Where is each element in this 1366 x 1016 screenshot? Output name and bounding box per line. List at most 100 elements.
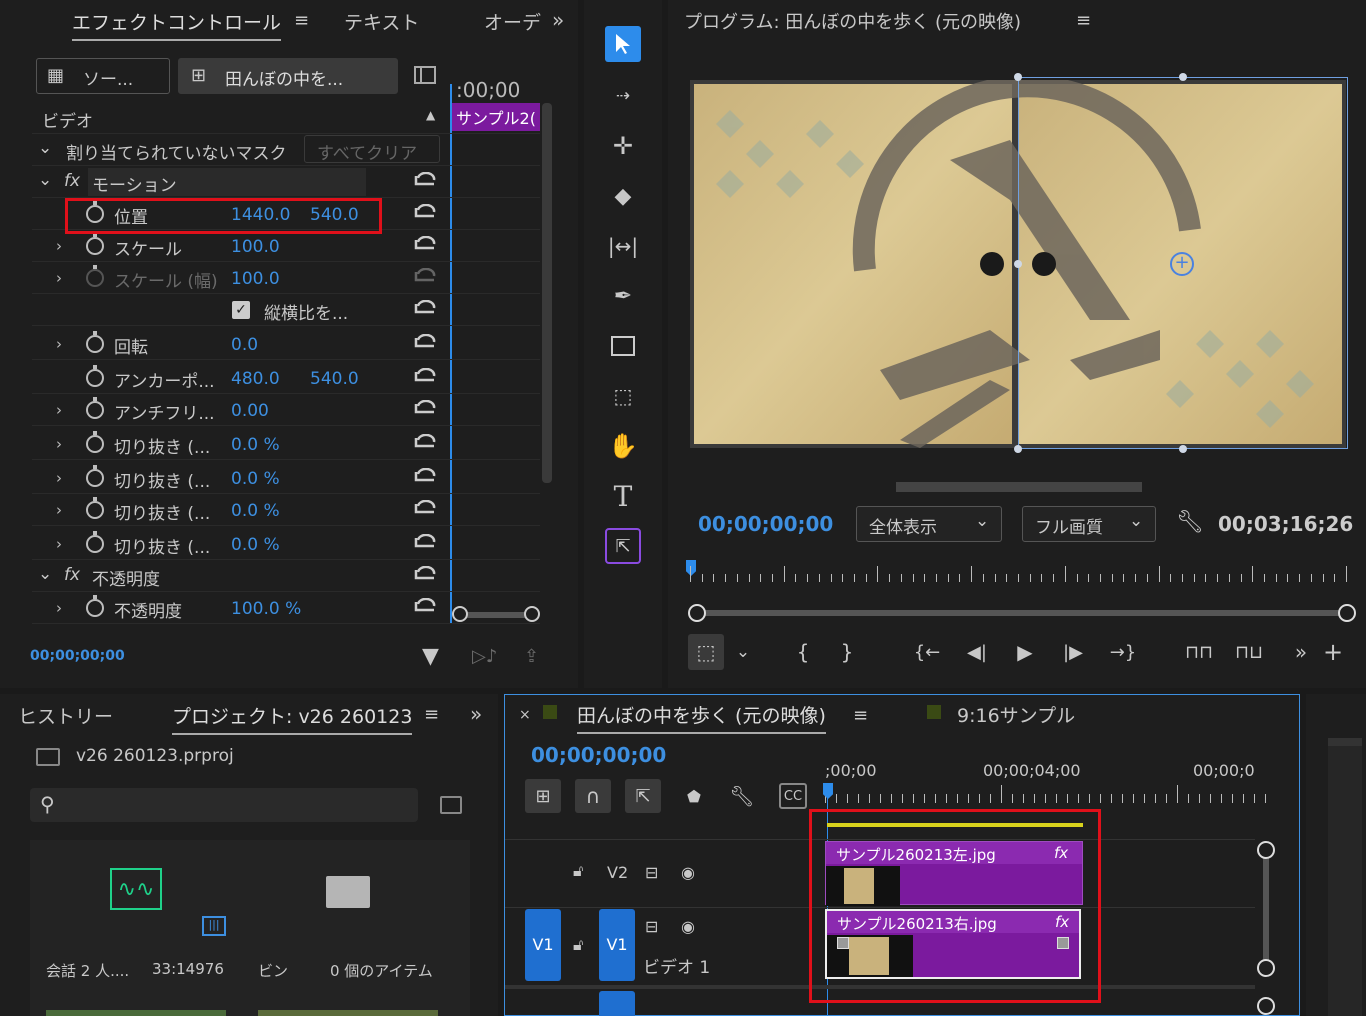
eye-icon[interactable]: ◉ <box>681 917 695 936</box>
reset-icon[interactable] <box>412 333 438 354</box>
transform-handle[interactable] <box>1179 73 1187 81</box>
program-playhead-icon[interactable] <box>686 560 696 576</box>
bin-folder-icon[interactable] <box>326 876 370 908</box>
tab-history[interactable]: ヒストリー <box>18 702 113 729</box>
tab-effect-controls[interactable]: エフェクトコントロール <box>72 8 282 41</box>
lock-icon[interactable]: 🔓︎ <box>573 935 583 955</box>
toggle-timeline-icon[interactable] <box>414 66 436 84</box>
stopwatch-icon[interactable] <box>86 331 104 353</box>
marker-icon[interactable]: ⬟ <box>681 783 707 809</box>
antiflicker-value[interactable]: 0.00 <box>231 401 269 421</box>
overflow-icon[interactable]: » <box>470 702 482 726</box>
generative-extend-tool-icon[interactable]: ⇱ <box>605 528 641 564</box>
panel-menu-icon[interactable]: ≡ <box>294 10 309 31</box>
stopwatch-icon[interactable] <box>86 233 104 255</box>
overflow-icon[interactable]: » <box>1288 638 1314 666</box>
crop-top-value[interactable]: 0.0 % <box>231 469 280 489</box>
chevron-down-icon[interactable]: ⌄ <box>38 138 52 158</box>
crop-left-value[interactable]: 0.0 % <box>231 435 280 455</box>
program-zoom-bar[interactable] <box>688 602 1356 624</box>
timeline-timecode[interactable]: 00;00;00;00 <box>531 743 666 767</box>
rectangle-tool-icon[interactable] <box>605 328 641 364</box>
reset-icon[interactable] <box>412 299 438 320</box>
filter-icon[interactable]: ▼ <box>422 644 439 669</box>
ripple-edit-tool-icon[interactable]: ✛ <box>605 128 641 164</box>
chevron-right-icon[interactable]: › <box>56 535 62 553</box>
clip-select-button[interactable]: ⊞ 田んぼの中を... <box>178 58 398 94</box>
safe-margins-icon[interactable]: ⬚ <box>688 634 724 670</box>
reset-icon[interactable] <box>412 597 438 618</box>
crop-top-row[interactable]: › 切り抜き (... 0.0 % <box>32 462 540 494</box>
linked-selection-icon[interactable]: ⇱ <box>625 779 661 813</box>
ec-scrollbar[interactable] <box>542 103 552 483</box>
chevron-down-icon[interactable]: ⌄ <box>730 638 756 666</box>
chevron-down-icon[interactable]: ⌄ <box>38 564 52 584</box>
opacity-section-row[interactable]: ⌄ fx 不透明度 <box>32 560 540 592</box>
chevron-down-icon[interactable]: ⌄ <box>38 170 52 190</box>
opacity-row[interactable]: › 不透明度 100.0 % <box>32 592 540 624</box>
chevron-right-icon[interactable]: › <box>56 269 62 287</box>
rotation-value[interactable]: 0.0 <box>231 335 258 355</box>
snap-icon[interactable]: ∩ <box>575 779 611 813</box>
anchor-x-value[interactable]: 480.0 <box>231 369 280 389</box>
audio-clip-thumbnail[interactable]: ∿∿ <box>110 868 162 910</box>
hand-tool-icon[interactable]: ✋ <box>605 428 641 464</box>
pen-tool-icon[interactable]: ✒ <box>605 278 641 314</box>
tab-sequence-2[interactable]: 9:16サンプル <box>957 701 1075 728</box>
scale-row[interactable]: › スケール 100.0 <box>32 230 540 262</box>
panel-menu-icon[interactable]: ≡ <box>853 705 868 726</box>
play-audio-icon[interactable]: ▷♪ <box>472 646 497 667</box>
panel-menu-icon[interactable]: ≡ <box>424 704 439 725</box>
anchor-row[interactable]: アンカーポ... 480.0 540.0 <box>32 362 540 394</box>
slip-tool-icon[interactable]: |↔| <box>605 228 641 264</box>
reset-icon[interactable] <box>412 367 438 388</box>
step-back-icon[interactable]: ◀| <box>962 638 992 666</box>
extract-icon[interactable]: ⊓⊔ <box>1232 638 1266 666</box>
program-ruler[interactable] <box>686 560 1347 582</box>
timeline-ruler[interactable] <box>825 779 1266 803</box>
chevron-right-icon[interactable]: › <box>56 335 62 353</box>
antiflicker-row[interactable]: › アンチフリ... 0.00 <box>32 394 540 426</box>
tab-sequence[interactable]: 田んぼの中を歩く (元の映像) <box>577 701 826 734</box>
crop-bottom-row[interactable]: › 切り抜き (... 0.0 % <box>32 528 540 560</box>
crop-right-row[interactable]: › 切り抜き (... 0.0 % <box>32 494 540 526</box>
find-icon[interactable] <box>440 796 462 814</box>
go-to-out-icon[interactable]: →} <box>1108 638 1138 666</box>
crop-bottom-value[interactable]: 0.0 % <box>231 535 280 555</box>
crop-left-row[interactable]: › 切り抜き (... 0.0 % <box>32 428 540 460</box>
stopwatch-icon[interactable] <box>86 531 104 553</box>
anchor-point-icon[interactable]: + <box>1170 252 1194 276</box>
hand-select-tool-icon[interactable]: ⬚ <box>605 378 641 414</box>
timeline-vertical-scroll[interactable] <box>1257 841 1275 977</box>
reset-icon[interactable] <box>412 235 438 256</box>
overflow-icon[interactable]: » <box>552 8 564 32</box>
source-button[interactable]: ▦ ソー... <box>36 58 170 94</box>
type-tool-icon[interactable]: T <box>605 478 641 514</box>
transform-handle[interactable] <box>1014 445 1022 453</box>
wrench-icon[interactable]: 🔧︎ <box>729 783 755 809</box>
mask-row[interactable]: ⌄ 割り当てられていないマスク すべてクリア <box>32 134 540 166</box>
eye-icon[interactable]: ◉ <box>681 863 695 882</box>
quality-select[interactable]: フル画質 ⌄ <box>1022 506 1156 542</box>
razor-tool-icon[interactable]: ◆ <box>605 178 641 214</box>
collapse-up-icon[interactable]: ▲ <box>426 108 435 122</box>
sync-lock-icon[interactable]: ⊟ <box>645 863 658 882</box>
go-to-in-icon[interactable]: {← <box>912 638 942 666</box>
reset-icon[interactable] <box>412 467 438 488</box>
transform-handle[interactable] <box>1179 445 1187 453</box>
lift-icon[interactable]: ⊓⊓ <box>1182 638 1216 666</box>
scale-value[interactable]: 100.0 <box>231 237 280 257</box>
lock-icon[interactable]: 🔓︎ <box>573 861 583 881</box>
stopwatch-icon[interactable] <box>86 397 104 419</box>
monitor-scrollbar[interactable] <box>896 482 1142 492</box>
nest-icon[interactable]: ⊞ <box>525 779 561 813</box>
add-button-icon[interactable]: + <box>1320 638 1346 666</box>
transform-handle[interactable] <box>1014 73 1022 81</box>
panel-menu-icon[interactable]: ≡ <box>1076 10 1091 31</box>
tab-project[interactable]: プロジェクト: v26 260123 <box>172 702 413 735</box>
selection-tool-icon[interactable] <box>605 26 641 62</box>
track-target-v1[interactable]: V1 <box>599 909 635 981</box>
tab-audio[interactable]: オーデ <box>484 8 541 35</box>
chevron-right-icon[interactable]: › <box>56 599 62 617</box>
play-icon[interactable]: ▶ <box>1010 638 1040 666</box>
